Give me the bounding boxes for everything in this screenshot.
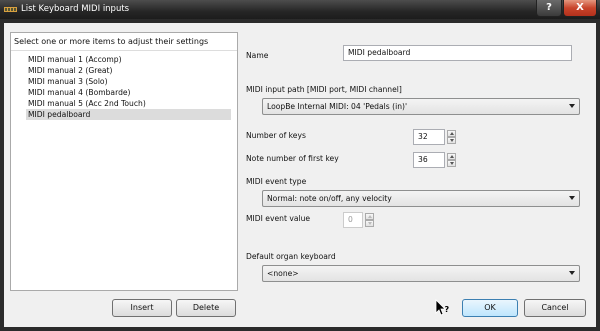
chevron-down-icon (569, 196, 575, 200)
name-field[interactable]: MIDI pedalboard (343, 45, 572, 61)
first-key-label: Note number of first key (246, 154, 339, 163)
list-item[interactable]: MIDI manual 4 (Bombarde) (26, 87, 231, 98)
name-label: Name (246, 51, 269, 60)
list-item[interactable]: MIDI manual 3 (Solo) (26, 76, 231, 87)
chevron-down-icon (569, 271, 575, 275)
first-key-field[interactable]: 36 (413, 152, 445, 168)
midi-input-path-value: LoopBe Internal MIDI: 04 'Pedals (in)' (267, 102, 408, 111)
event-value-spinner[interactable] (365, 213, 374, 227)
dialog-body: Select one or more items to adjust their… (4, 23, 596, 327)
list-item[interactable]: MIDI manual 1 (Accomp) (26, 54, 231, 65)
close-button[interactable]: X (563, 0, 597, 17)
spin-up-icon[interactable] (447, 130, 456, 137)
svg-text:?: ? (445, 305, 450, 314)
insert-button[interactable]: Insert (112, 299, 172, 317)
midi-input-list[interactable]: Select one or more items to adjust their… (10, 32, 238, 291)
window-title: List Keyboard MIDI inputs (21, 4, 130, 14)
default-keyboard-select[interactable]: <none> (262, 265, 580, 282)
spin-up-icon[interactable] (447, 153, 456, 160)
spin-down-icon[interactable] (365, 220, 374, 227)
event-type-label: MIDI event type (246, 177, 307, 186)
default-keyboard-label: Default organ keyboard (246, 252, 336, 261)
cancel-button[interactable]: Cancel (524, 299, 586, 317)
midi-event-type-value: Normal: note on/off, any velocity (267, 194, 392, 203)
list-item[interactable]: MIDI manual 2 (Great) (26, 65, 231, 76)
spin-down-icon[interactable] (447, 137, 456, 144)
midi-input-path-select[interactable]: LoopBe Internal MIDI: 04 'Pedals (in)' (262, 98, 580, 115)
chevron-down-icon (569, 104, 575, 108)
list-item[interactable]: MIDI manual 5 (Acc 2nd Touch) (26, 98, 231, 109)
delete-button[interactable]: Delete (176, 299, 236, 317)
num-keys-spinner[interactable] (447, 130, 456, 144)
ok-button[interactable]: OK (462, 299, 518, 317)
title-bar: List Keyboard MIDI inputs ? X (0, 0, 600, 19)
whats-this-help-icon[interactable]: ? (434, 299, 452, 317)
input-path-label: MIDI input path [MIDI port, MIDI channel… (246, 85, 402, 94)
num-keys-label: Number of keys (246, 131, 306, 140)
midi-event-type-select[interactable]: Normal: note on/off, any velocity (262, 190, 580, 207)
num-keys-field[interactable]: 32 (413, 129, 445, 145)
list-item-selected[interactable]: MIDI pedalboard (26, 109, 231, 120)
spin-up-icon[interactable] (365, 213, 374, 220)
default-keyboard-value: <none> (267, 269, 299, 278)
spin-down-icon[interactable] (447, 160, 456, 167)
app-icon (4, 7, 17, 12)
event-value-label: MIDI event value (246, 214, 311, 223)
first-key-spinner[interactable] (447, 153, 456, 167)
event-value-field[interactable]: 0 (343, 212, 363, 228)
help-button[interactable]: ? (536, 0, 562, 17)
list-header: Select one or more items to adjust their… (11, 33, 237, 51)
